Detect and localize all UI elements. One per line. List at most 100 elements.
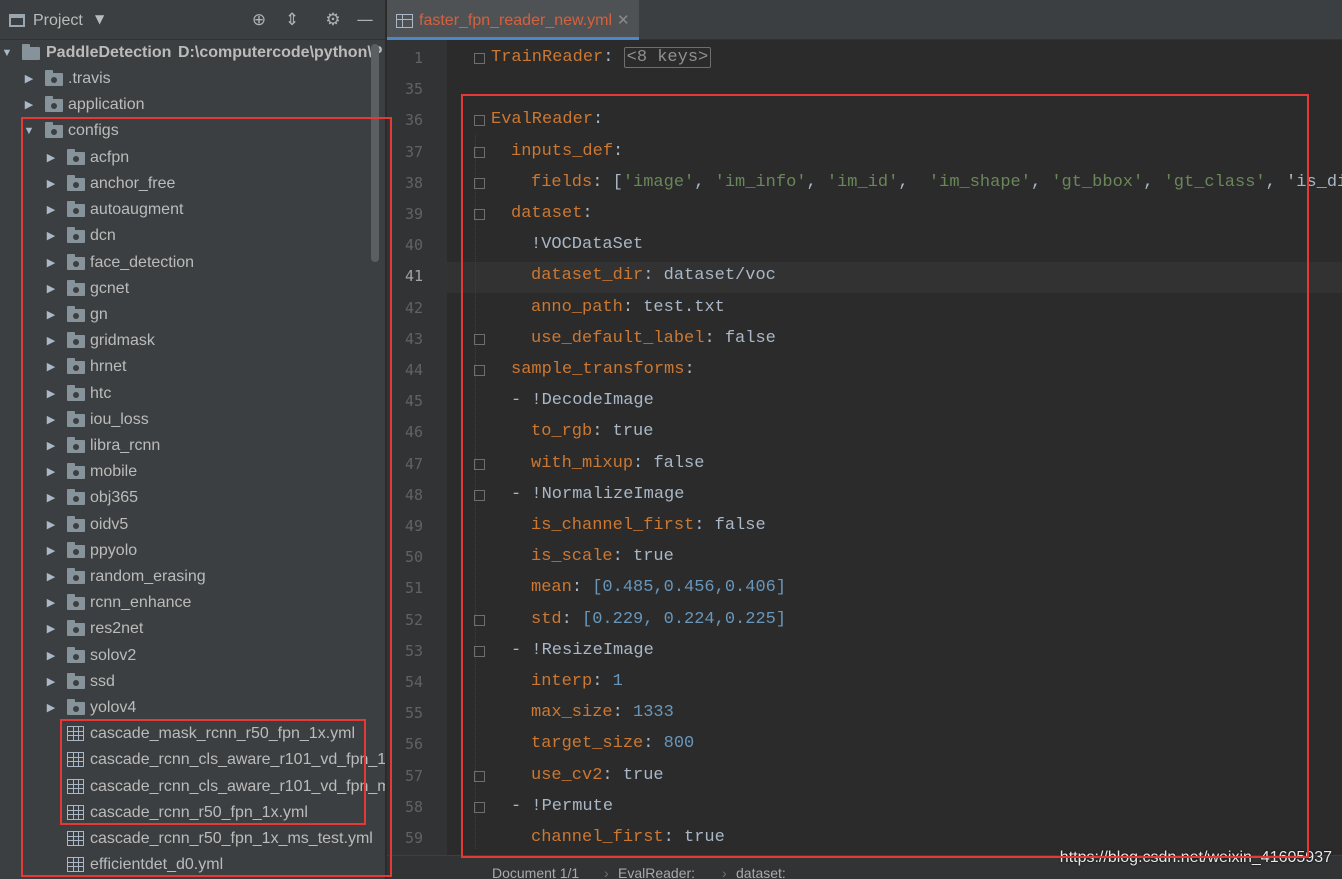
line-number: 58 (404, 798, 423, 816)
tree-file-item[interactable]: efficientdet_d0.yml (0, 852, 385, 878)
breadcrumb-item[interactable]: EvalReader: (618, 861, 695, 879)
tree-folder-ssd[interactable]: ▶ ssd (0, 669, 385, 695)
tree-folder-iou-loss[interactable]: ▶ iou_loss (0, 407, 385, 433)
breadcrumb-item[interactable]: Document 1/1 (492, 861, 579, 879)
fold-marker-icon[interactable] (474, 615, 485, 626)
collapsed-arrow-icon[interactable]: ▶ (22, 66, 36, 92)
tree-folder-htc[interactable]: ▶ htc (0, 381, 385, 407)
tree-folder-gcnet[interactable]: ▶ gcnet (0, 276, 385, 302)
fold-marker-icon[interactable] (474, 334, 485, 345)
yaml-key: max_size (531, 703, 613, 722)
tree-folder-hrnet[interactable]: ▶ hrnet (0, 354, 385, 380)
code-line: dataset_dir: dataset/voc (531, 266, 776, 285)
collapsed-arrow-icon[interactable]: ▶ (44, 512, 58, 538)
tree-folder-anchor-free[interactable]: ▶ anchor_free (0, 171, 385, 197)
folder-label: gn (90, 306, 108, 323)
tree-folder-ppyolo[interactable]: ▶ ppyolo (0, 538, 385, 564)
collapsed-arrow-icon[interactable]: ▶ (44, 354, 58, 380)
tree-folder-gridmask[interactable]: ▶ gridmask (0, 328, 385, 354)
collapsed-arrow-icon[interactable]: ▶ (44, 381, 58, 407)
code-line: - !Permute (511, 797, 613, 816)
collapsed-arrow-icon[interactable]: ▶ (44, 223, 58, 249)
collapsed-arrow-icon[interactable]: ▶ (44, 695, 58, 721)
collapsed-arrow-icon[interactable]: ▶ (44, 564, 58, 590)
tree-file-item[interactable]: cascade_rcnn_cls_aware_r101_vd_fpn_1x (0, 747, 385, 773)
expanded-arrow-icon[interactable]: ▼ (22, 118, 36, 144)
collapsed-arrow-icon[interactable]: ▶ (44, 250, 58, 276)
folder-label: yolov4 (90, 699, 137, 716)
code-line: is_scale: true (531, 547, 674, 566)
collapse-all-icon[interactable]: ⇕ (282, 10, 302, 30)
fold-marker-icon[interactable] (474, 178, 485, 189)
tree-folder-application[interactable]: ▶ application (0, 92, 385, 118)
close-icon[interactable]: ✕ (617, 11, 630, 29)
line-number: 44 (404, 361, 423, 379)
collapsed-arrow-icon[interactable]: ▶ (44, 538, 58, 564)
tree-folder-oidv5[interactable]: ▶ oidv5 (0, 512, 385, 538)
tree-folder-face-detection[interactable]: ▶ face_detection (0, 250, 385, 276)
collapsed-arrow-icon[interactable]: ▶ (44, 590, 58, 616)
fold-marker-icon[interactable] (474, 646, 485, 657)
collapsed-arrow-icon[interactable]: ▶ (44, 276, 58, 302)
tree-folder-obj365[interactable]: ▶ obj365 (0, 485, 385, 511)
tree-folder-acfpn[interactable]: ▶ acfpn (0, 145, 385, 171)
project-scrollbar[interactable] (371, 44, 379, 262)
tree-folder-libra-rcnn[interactable]: ▶ libra_rcnn (0, 433, 385, 459)
tree-folder-gn[interactable]: ▶ gn (0, 302, 385, 328)
fold-marker-icon[interactable] (474, 53, 485, 64)
tree-folder-travis[interactable]: ▶ .travis (0, 66, 385, 92)
collapsed-arrow-icon[interactable]: ▶ (44, 669, 58, 695)
collapsed-arrow-icon[interactable]: ▶ (44, 485, 58, 511)
project-panel-title[interactable]: Project (33, 12, 83, 30)
collapsed-arrow-icon[interactable]: ▶ (44, 302, 58, 328)
folder-label: obj365 (90, 489, 139, 506)
chevron-down-icon[interactable]: ▼ (95, 12, 104, 26)
collapsed-arrow-icon[interactable]: ▶ (44, 459, 58, 485)
tree-folder-res2net[interactable]: ▶ res2net (0, 616, 385, 642)
tab-faster-fpn-reader-new[interactable]: faster_fpn_reader_new.yml ✕ (387, 0, 639, 40)
yaml-value: 1 (612, 672, 623, 691)
tree-folder-yolov4[interactable]: ▶ yolov4 (0, 695, 385, 721)
yaml-value: - !ResizeImage (511, 641, 654, 660)
tree-folder-dcn[interactable]: ▶ dcn (0, 223, 385, 249)
collapsed-arrow-icon[interactable]: ▶ (44, 433, 58, 459)
tree-file-item[interactable]: cascade_mask_rcnn_r50_fpn_1x.yml (0, 721, 385, 747)
minimize-icon[interactable]: — (355, 10, 375, 30)
collapsed-arrow-icon[interactable]: ▶ (44, 643, 58, 669)
collapsed-arrow-icon[interactable]: ▶ (44, 407, 58, 433)
collapsed-arrow-icon[interactable]: ▶ (44, 616, 58, 642)
tree-folder-solov2[interactable]: ▶ solov2 (0, 643, 385, 669)
crosshair-icon[interactable]: ⊕ (249, 10, 269, 30)
collapsed-arrow-icon[interactable]: ▶ (44, 328, 58, 354)
tree-folder-random-erasing[interactable]: ▶ random_erasing (0, 564, 385, 590)
line-number: 45 (404, 392, 423, 410)
fold-marker-icon[interactable] (474, 209, 485, 220)
fold-marker-icon[interactable] (474, 771, 485, 782)
fold-marker-icon[interactable] (474, 365, 485, 376)
collapsed-arrow-icon[interactable]: ▶ (44, 197, 58, 223)
fold-marker-icon[interactable] (474, 490, 485, 501)
gear-icon[interactable]: ⚙ (323, 10, 343, 30)
tree-file-item[interactable]: cascade_rcnn_cls_aware_r101_vd_fpn_ms (0, 774, 385, 800)
tree-file-item[interactable]: cascade_rcnn_r50_fpn_1x_ms_test.yml (0, 826, 385, 852)
expanded-arrow-icon[interactable]: ▼ (0, 40, 14, 66)
breadcrumb-item[interactable]: dataset: (736, 861, 786, 879)
fold-marker-icon[interactable] (474, 147, 485, 158)
tree-file-item[interactable]: cascade_rcnn_r50_fpn_1x.yml (0, 800, 385, 826)
fold-marker-icon[interactable] (474, 459, 485, 470)
tree-folder-autoaugment[interactable]: ▶ autoaugment (0, 197, 385, 223)
line-number: 37 (404, 143, 423, 161)
fold-marker-icon[interactable] (474, 802, 485, 813)
yaml-separator: : (663, 828, 685, 847)
folder-label: libra_rcnn (90, 437, 161, 454)
fold-marker-icon[interactable] (474, 115, 485, 126)
tree-folder-configs[interactable]: ▼ configs (0, 118, 385, 144)
collapsed-arrow-icon[interactable]: ▶ (22, 92, 36, 118)
collapsed-arrow-icon[interactable]: ▶ (44, 171, 58, 197)
collapsed-arrow-icon[interactable]: ▶ (44, 145, 58, 171)
tree-folder-rcnn-enhance[interactable]: ▶ rcnn_enhance (0, 590, 385, 616)
tree-folder-mobile[interactable]: ▶ mobile (0, 459, 385, 485)
yaml-key: inputs_def (511, 142, 614, 161)
tree-root-paddledetection[interactable]: ▼ PaddleDetection D:\computercode\python… (0, 40, 385, 66)
collapsed-region[interactable]: <8 keys> (623, 47, 712, 68)
